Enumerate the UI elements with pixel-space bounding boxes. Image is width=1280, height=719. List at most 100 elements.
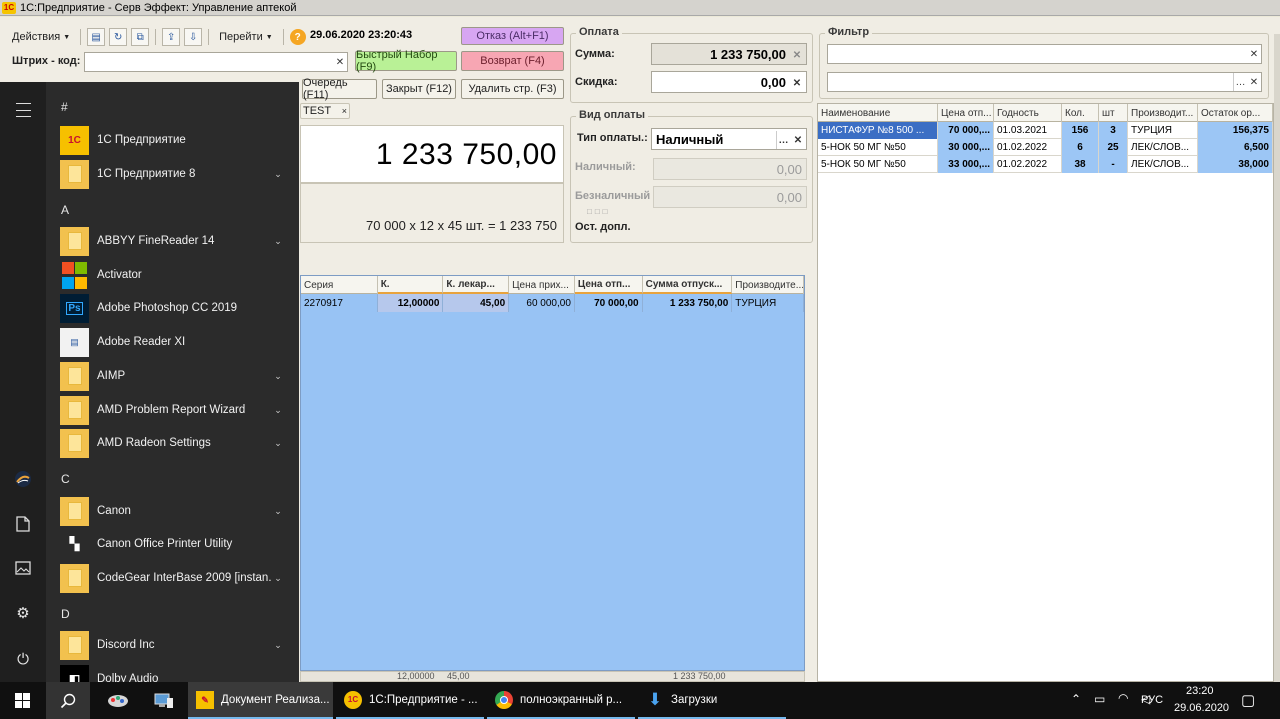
table-row[interactable]: 5-НОК 50 МГ №50 33 000,... 01.02.2022 38… bbox=[818, 156, 1273, 173]
chevron-down-icon[interactable]: ⌄ bbox=[271, 169, 285, 180]
taskbar-task-1c[interactable]: 1С 1С:Предприятие - ... bbox=[336, 682, 484, 719]
section-letter[interactable]: C bbox=[61, 472, 70, 486]
power-icon[interactable]: ⏻ bbox=[13, 649, 33, 669]
export-icon[interactable]: ⇪ bbox=[162, 28, 181, 46]
app-item-amd-report[interactable]: AMD Problem Report Wizard ⌄ bbox=[60, 395, 285, 425]
window-scrollbar[interactable] bbox=[1274, 34, 1280, 699]
app-item-abbyy[interactable]: ABBYY FineReader 14 ⌄ bbox=[60, 226, 285, 256]
table-row[interactable]: 2270917 12,00000 45,00 60 000,00 70 000,… bbox=[301, 294, 804, 312]
delete-row-button[interactable]: Удалить стр. (F3) bbox=[461, 79, 564, 99]
pinned-app-2[interactable] bbox=[142, 682, 186, 719]
clear-icon[interactable]: ✕ bbox=[791, 131, 805, 149]
app-item-codegear[interactable]: CodeGear InterBase 2009 [instan... ⌄ bbox=[60, 563, 285, 593]
col-expiry[interactable]: Годность bbox=[994, 104, 1062, 122]
app-item-activator[interactable]: Activator bbox=[60, 260, 285, 290]
section-letter[interactable]: # bbox=[61, 100, 68, 114]
col-price[interactable]: Цена отп... bbox=[938, 104, 994, 122]
app-item-amd-radeon[interactable]: AMD Radeon Settings ⌄ bbox=[60, 428, 285, 458]
import-icon[interactable]: ⇩ bbox=[184, 28, 203, 46]
barcode-input[interactable]: ✕ bbox=[84, 52, 348, 72]
col-price-out[interactable]: Цена отп... bbox=[574, 276, 643, 294]
product-table[interactable]: Наименование Цена отп... Годность Кол. ш… bbox=[817, 103, 1274, 682]
chevron-down-icon[interactable]: ⌄ bbox=[271, 640, 285, 651]
wifi-icon[interactable]: ◠ bbox=[1118, 691, 1128, 705]
app-item-adobe-reader[interactable]: ▤ Adobe Reader XI bbox=[60, 327, 285, 357]
filter-select[interactable]: … ✕ bbox=[827, 72, 1262, 92]
goto-menu[interactable]: Перейти ▼ bbox=[215, 28, 277, 46]
tab-test[interactable]: TEST × bbox=[300, 103, 350, 119]
ellipsis-icon[interactable]: … bbox=[776, 131, 790, 149]
col-k[interactable]: К. bbox=[377, 276, 444, 294]
chevron-down-icon[interactable]: ⌄ bbox=[271, 573, 285, 584]
clear-icon[interactable]: ✕ bbox=[790, 74, 804, 92]
col-name[interactable]: Наименование bbox=[818, 104, 938, 122]
refresh-icon[interactable]: ↻ bbox=[109, 28, 128, 46]
document-icon[interactable] bbox=[13, 514, 33, 534]
close-icon[interactable]: × bbox=[342, 106, 347, 116]
clear-icon[interactable]: ✕ bbox=[1247, 45, 1261, 63]
toolbar-separator bbox=[80, 29, 82, 45]
taskbar-task-chrome[interactable]: полноэкранный р... bbox=[487, 682, 635, 719]
col-series[interactable]: Серия bbox=[301, 276, 378, 294]
search-button[interactable] bbox=[46, 682, 90, 719]
start-button[interactable] bbox=[0, 682, 45, 719]
col-price-in[interactable]: Цена прих... bbox=[509, 276, 575, 294]
col-pcs[interactable]: шт bbox=[1099, 104, 1128, 122]
settings-icon[interactable]: ⚙ bbox=[13, 603, 33, 623]
document-grid[interactable]: Серия К. К. лекар... Цена прих... Цена о… bbox=[300, 275, 805, 671]
folder-icon bbox=[60, 159, 89, 189]
clock-time[interactable]: 23:20 bbox=[1186, 685, 1214, 697]
filter-input[interactable]: ✕ bbox=[827, 44, 1262, 64]
clear-icon[interactable]: ✕ bbox=[1247, 73, 1261, 91]
chevron-down-icon[interactable]: ⌄ bbox=[271, 371, 285, 382]
app-item-1c[interactable]: 1С 1С Предприятие bbox=[60, 125, 285, 155]
app-item-dolby[interactable]: ◧ Dolby Audio bbox=[60, 664, 285, 682]
cancel-button[interactable]: Отказ (Alt+F1) bbox=[461, 27, 564, 45]
section-letter[interactable]: D bbox=[61, 607, 70, 621]
chevron-down-icon[interactable]: ⌄ bbox=[271, 236, 285, 247]
return-button[interactable]: Возврат (F4) bbox=[461, 51, 564, 71]
document-icon[interactable]: ▤ bbox=[87, 28, 106, 46]
pinned-app-1[interactable] bbox=[96, 682, 140, 719]
app-item-canon[interactable]: Canon ⌄ bbox=[60, 496, 285, 526]
payment-type-select[interactable]: Наличный … ✕ bbox=[651, 128, 807, 150]
table-row[interactable]: 5-НОК 50 МГ №50 30 000,... 01.02.2022 6 … bbox=[818, 139, 1273, 156]
user-avatar-icon[interactable] bbox=[13, 469, 33, 489]
quick-set-button[interactable]: Быстрый Набор (F9) bbox=[355, 49, 457, 73]
taskbar-task-document[interactable]: ✎ Документ Реализа... bbox=[188, 682, 333, 719]
col-k-drug[interactable]: К. лекар... bbox=[443, 276, 510, 294]
section-letter[interactable]: A bbox=[61, 203, 69, 217]
help-icon[interactable]: ? bbox=[289, 29, 306, 45]
col-sum-out[interactable]: Сумма отпуск... bbox=[642, 276, 733, 294]
app-item-canon-utility[interactable]: ▚ Canon Office Printer Utility bbox=[60, 529, 285, 559]
app-item-photoshop[interactable]: Ps Adobe Photoshop CC 2019 bbox=[60, 293, 285, 323]
table-row[interactable]: НИСТАФУР №8 500 ... 70 000,... 01.03.202… bbox=[818, 122, 1273, 139]
col-remainder[interactable]: Остаток ор... bbox=[1198, 104, 1273, 122]
chevron-down-icon[interactable]: ⌄ bbox=[271, 438, 285, 449]
taskbar-task-downloads[interactable]: ⬇ Загрузки bbox=[638, 682, 786, 719]
notifications-icon[interactable]: ▢ bbox=[1241, 691, 1255, 709]
chevron-down-icon[interactable]: ⌄ bbox=[271, 506, 285, 517]
ellipsis-icon[interactable]: … bbox=[1233, 73, 1247, 91]
menu-icon[interactable] bbox=[13, 100, 33, 120]
app-item-discord[interactable]: Discord Inc ⌄ bbox=[60, 630, 285, 660]
chevron-down-icon[interactable]: ⌄ bbox=[271, 405, 285, 416]
app-item-1c8[interactable]: 1С Предприятие 8 ⌄ bbox=[60, 159, 285, 189]
col-qty[interactable]: Кол. bbox=[1062, 104, 1099, 122]
col-producer[interactable]: Производите... bbox=[732, 276, 804, 294]
clock-date[interactable]: 29.06.2020 bbox=[1174, 702, 1229, 714]
payment-type-value: Наличный bbox=[656, 131, 724, 147]
window-title: 1С:Предприятие - Серв Эффект: Управление… bbox=[20, 1, 297, 14]
col-producer[interactable]: Производит... bbox=[1128, 104, 1198, 122]
queue-button[interactable]: Очередь (F11) bbox=[302, 77, 377, 101]
battery-icon[interactable]: ▭ bbox=[1094, 692, 1105, 706]
app-item-aimp[interactable]: AIMP ⌄ bbox=[60, 361, 285, 391]
actions-menu[interactable]: Действия ▼ bbox=[8, 28, 74, 46]
close-button[interactable]: Закрыт (F12) bbox=[382, 79, 456, 99]
pictures-icon[interactable] bbox=[13, 558, 33, 578]
clear-icon[interactable]: ✕ bbox=[333, 53, 347, 71]
copy-icon[interactable]: ⧉ bbox=[131, 28, 150, 46]
discount-field[interactable]: 0,00 ✕ bbox=[651, 71, 807, 93]
chevron-up-icon[interactable]: ⌃ bbox=[1071, 692, 1081, 706]
language-indicator[interactable]: РУС bbox=[1141, 694, 1163, 706]
